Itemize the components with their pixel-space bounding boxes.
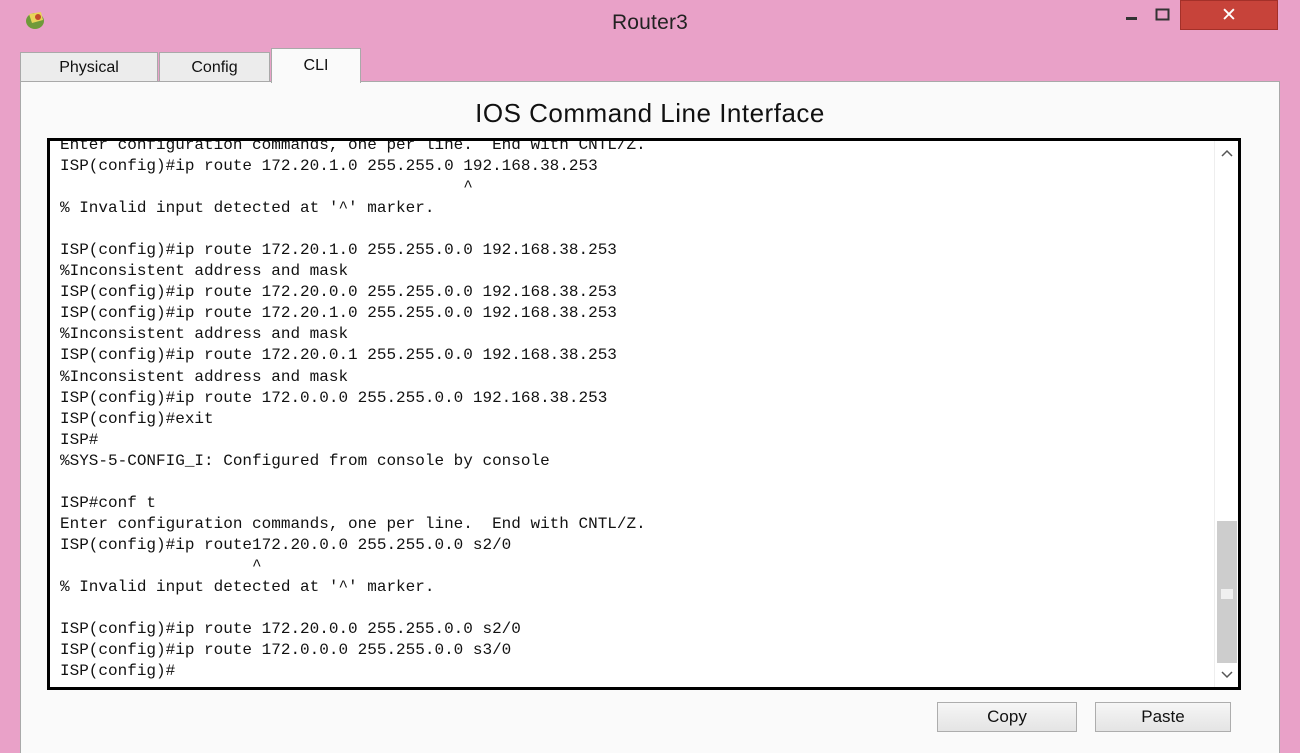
cli-panel: IOS Command Line Interface Enter configu… xyxy=(20,81,1280,753)
copy-button[interactable]: Copy xyxy=(937,702,1077,732)
window-frame-left xyxy=(0,40,20,753)
window-title: Router3 xyxy=(611,11,689,34)
minimize-icon xyxy=(1126,17,1137,20)
tab-config[interactable]: Config xyxy=(159,52,270,82)
paste-button[interactable]: Paste xyxy=(1095,702,1231,732)
close-button[interactable]: ✕ xyxy=(1180,0,1278,30)
scroll-thumb[interactable] xyxy=(1217,521,1237,663)
tab-cli[interactable]: CLI xyxy=(271,48,361,83)
maximize-icon xyxy=(1155,8,1170,21)
tab-physical[interactable]: Physical xyxy=(20,52,158,82)
terminal-scrollbar[interactable] xyxy=(1214,141,1238,687)
terminal-console[interactable]: Enter configuration commands, one per li… xyxy=(47,138,1241,690)
chevron-up-icon xyxy=(1220,149,1233,157)
scroll-up-button[interactable] xyxy=(1215,141,1238,165)
title-bar: Router3 ✕ xyxy=(0,0,1300,40)
chevron-down-icon xyxy=(1220,671,1233,679)
scroll-down-button[interactable] xyxy=(1215,663,1238,687)
maximize-button[interactable] xyxy=(1148,0,1178,30)
cli-heading: IOS Command Line Interface xyxy=(475,98,825,128)
close-icon: ✕ xyxy=(1221,4,1237,26)
scroll-thumb-grip xyxy=(1221,589,1233,599)
terminal-output[interactable]: Enter configuration commands, one per li… xyxy=(60,141,646,682)
minimize-button[interactable] xyxy=(1117,0,1147,30)
